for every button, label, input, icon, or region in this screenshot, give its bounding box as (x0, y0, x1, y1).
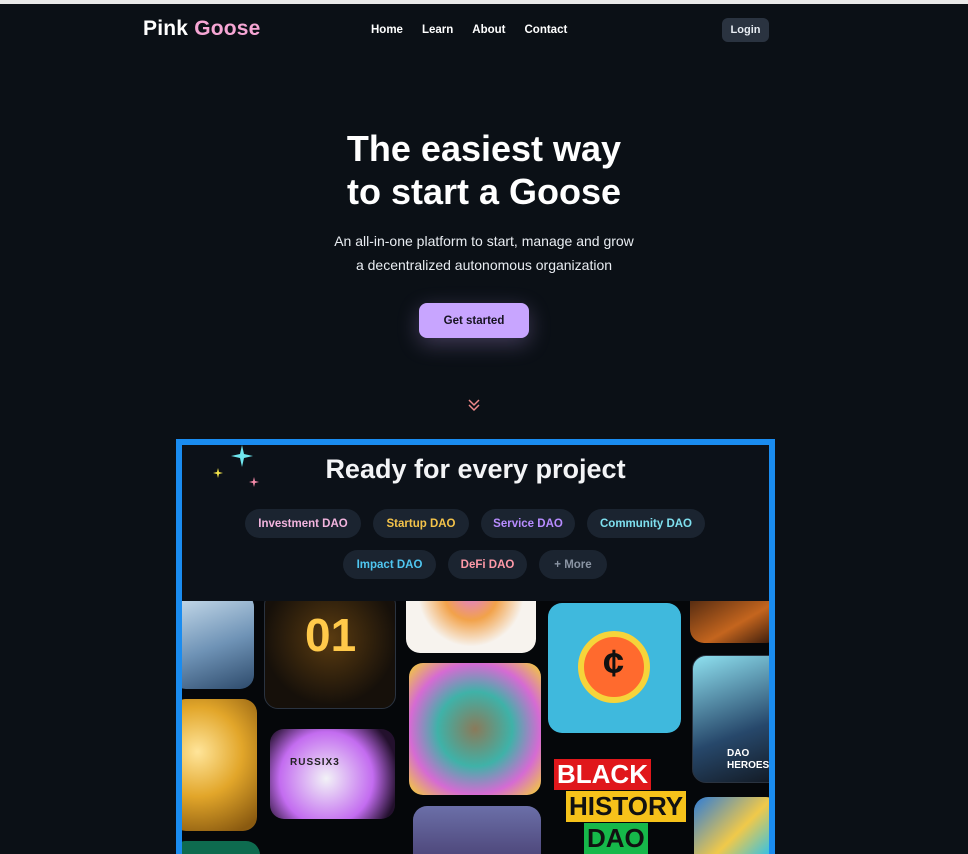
chip-service-dao[interactable]: Service DAO (481, 509, 575, 538)
gallery-tile-mandala[interactable] (406, 601, 536, 653)
chip-investment-dao[interactable]: Investment DAO (245, 509, 361, 538)
chip-label: + More (554, 558, 592, 571)
gallery-tile-seneca[interactable] (690, 601, 769, 643)
tile-card-text: RUSSIX3 (290, 757, 340, 768)
chip-defi-dao[interactable]: DeFi DAO (448, 550, 527, 579)
gallery-tile-psychedelic-goat[interactable] (409, 663, 541, 795)
double-chevron-down-icon[interactable] (466, 397, 482, 413)
chip-more[interactable]: + More (539, 550, 607, 579)
tile-01-text: 01 (305, 609, 357, 661)
gallery-tile-black-history[interactable]: BLACK HISTORY DAO (546, 751, 686, 854)
hero-subtitle: An all-in-one platform to start, manage … (0, 229, 968, 277)
gallery-tile-dao-heroes[interactable]: DAO HEROES (692, 655, 769, 783)
gallery-tile-abstract[interactable] (694, 797, 769, 854)
gallery-tile-goat[interactable] (182, 699, 257, 831)
chip-impact-dao[interactable]: Impact DAO (343, 550, 436, 579)
gallery-tile-card[interactable]: RUSSIX3 (270, 729, 395, 819)
gallery-tile-green[interactable] (182, 841, 260, 854)
login-button[interactable]: Login (722, 18, 769, 42)
nav-learn-link[interactable]: Learn (422, 24, 453, 36)
get-started-button[interactable]: Get started (419, 303, 529, 338)
dao-heroes-line2: HEROES (727, 760, 769, 771)
bh-line3: DAO (584, 823, 648, 854)
chip-label: Service DAO (493, 517, 563, 530)
bh-line2: HISTORY (566, 791, 686, 822)
projects-section: Ready for every project Investment DAO S… (176, 439, 775, 854)
bh-line1: BLACK (554, 759, 651, 790)
chip-label: Investment DAO (258, 517, 348, 530)
chip-label: Community DAO (600, 517, 692, 530)
hero-subtitle-line2: a decentralized autonomous organization (355, 257, 613, 273)
chip-community-dao[interactable]: Community DAO (587, 509, 705, 538)
top-nav: Pink Goose Home Learn About Contact Logi… (0, 4, 968, 56)
chip-label: Impact DAO (356, 558, 423, 571)
brand-name-part2: Goose (194, 17, 261, 40)
chip-startup-dao[interactable]: Startup DAO (373, 509, 469, 538)
dao-heroes-line1: DAO (727, 748, 750, 759)
nav-contact-link[interactable]: Contact (525, 24, 568, 36)
chip-label: DeFi DAO (460, 558, 515, 571)
brand-name-part1: Pink (143, 17, 189, 40)
coin-symbol: ¢ (603, 643, 625, 685)
main-menu: Home Learn About Contact (371, 24, 586, 36)
hero-title-line2: to start a Goose (346, 171, 622, 212)
chip-label: Startup DAO (386, 517, 456, 530)
section-title: Ready for every project (325, 454, 626, 484)
nav-about-link[interactable]: About (472, 24, 505, 36)
gallery-tile-cowboy[interactable] (413, 806, 541, 854)
gallery-tile-01[interactable]: 01 (264, 601, 396, 709)
gallery-tile-robot[interactable] (182, 601, 254, 689)
brand-logo[interactable]: Pink Goose (143, 17, 261, 41)
hero-subtitle-line1: An all-in-one platform to start, manage … (334, 233, 634, 249)
nav-home-link[interactable]: Home (371, 24, 403, 36)
gallery-tile-coin[interactable]: ¢ (548, 603, 681, 733)
project-gallery: 01 RUSSIX3 ¢ BLACK HISTORY DAO DAO HEROE… (182, 601, 769, 854)
hero-title-line1: The easiest way (346, 128, 622, 169)
hero-title: The easiest way to start a Goose (0, 127, 968, 213)
